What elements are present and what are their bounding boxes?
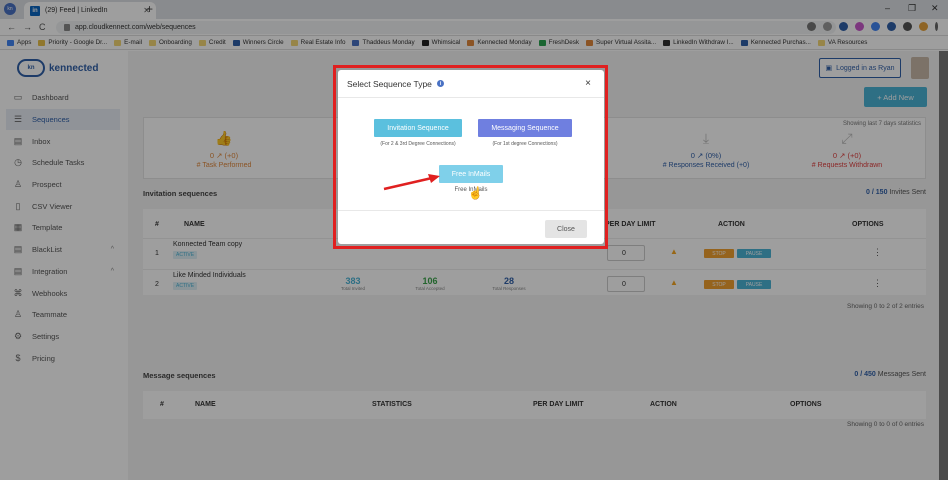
- mouse-cursor-icon: ☝: [468, 186, 483, 200]
- red-arrow-annotation: [383, 174, 440, 191]
- scrollbar[interactable]: [939, 51, 948, 480]
- highlight-frame: [333, 65, 608, 249]
